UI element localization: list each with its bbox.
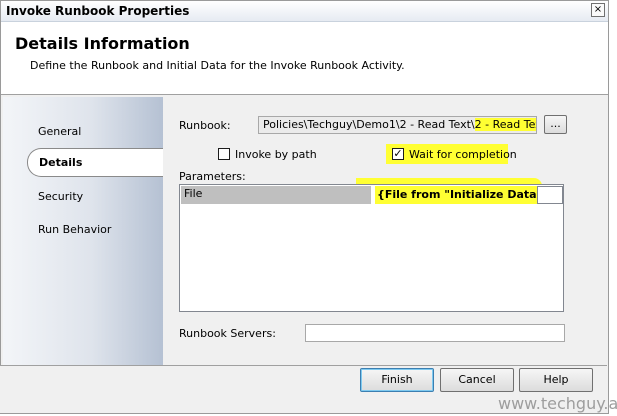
sidebar-item-run-behavior[interactable]: Run Behavior — [38, 223, 111, 236]
parameter-value-editor[interactable] — [537, 186, 563, 204]
help-button[interactable]: Help — [519, 368, 593, 392]
wait-for-completion-label: Wait for completion — [409, 148, 517, 161]
sidebar-item-general[interactable]: General — [38, 125, 81, 138]
parameter-value-cell[interactable]: {File from "Initialize Data"} — [373, 186, 563, 204]
header-panel: Details Information Define the Runbook a… — [1, 22, 608, 95]
runbook-label: Runbook: — [179, 119, 231, 132]
title-bar[interactable]: Invoke Runbook Properties × — [1, 1, 608, 22]
runbook-servers-field[interactable] — [305, 324, 565, 342]
sidebar-item-security[interactable]: Security — [38, 190, 83, 203]
page-title: Details Information — [15, 34, 190, 53]
invoke-by-path-checkbox[interactable] — [218, 148, 230, 160]
runbook-path: Policies\Techguy\Demo1\2 - Read Text\ — [263, 118, 475, 131]
sidebar-item-label: Details — [39, 156, 83, 169]
parameter-value-text: {File from "Initialize Data"} — [375, 186, 553, 204]
wait-for-completion-checkbox[interactable]: ✓ — [392, 148, 404, 160]
browse-button[interactable]: ... — [544, 115, 567, 134]
close-button[interactable]: × — [591, 3, 605, 17]
parameters-label: Parameters: — [179, 170, 246, 183]
cancel-button[interactable]: Cancel — [440, 368, 514, 392]
window-title: Invoke Runbook Properties — [6, 4, 190, 18]
parameters-table[interactable]: File {File from "Initialize Data"} — [179, 184, 564, 312]
runbook-field[interactable]: Policies\Techguy\Demo1\2 - Read Text\2 -… — [258, 116, 537, 134]
check-mark-icon: ✓ — [393, 147, 403, 160]
close-icon: × — [593, 4, 603, 15]
page-description: Define the Runbook and Initial Data for … — [30, 59, 405, 72]
parameter-name-cell: File — [181, 186, 371, 204]
invoke-by-path-label: Invoke by path — [235, 148, 317, 161]
sidebar-nav: General Details Security Run Behavior — [3, 97, 168, 365]
finish-button[interactable]: Finish — [360, 368, 434, 392]
watermark: www.techguy.at — [498, 394, 617, 413]
runbook-name: 2 - Read Text — [474, 118, 536, 131]
runbook-servers-label: Runbook Servers: — [179, 327, 276, 340]
sidebar-item-details[interactable]: Details — [27, 148, 168, 177]
